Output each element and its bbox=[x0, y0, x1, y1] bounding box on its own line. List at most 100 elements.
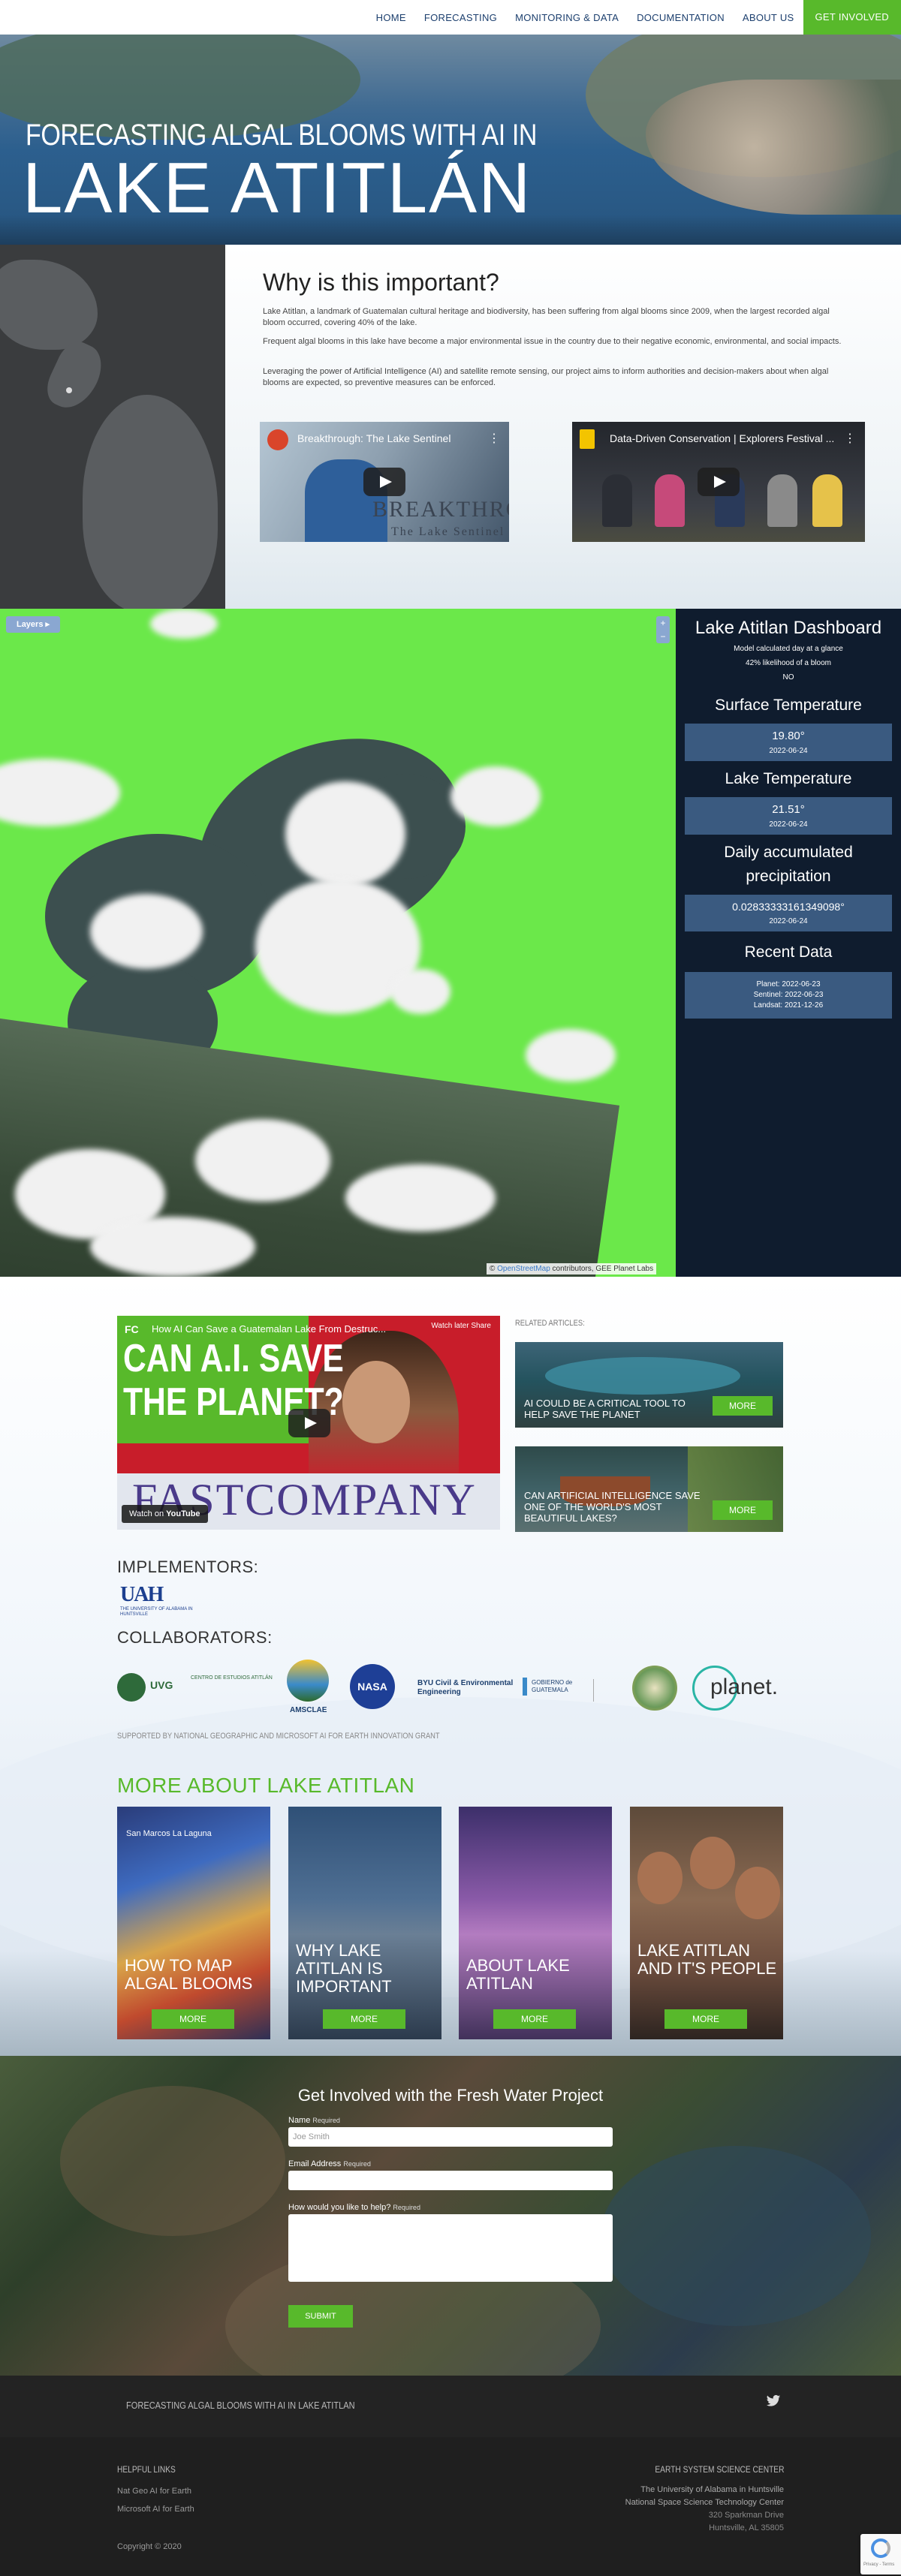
lake-location-marker bbox=[66, 387, 72, 393]
precip-date: 2022-06-24 bbox=[769, 917, 808, 925]
ministerio-logo[interactable] bbox=[593, 1679, 638, 1702]
video-title[interactable]: How AI Can Save a Guatemalan Lake From D… bbox=[152, 1323, 386, 1335]
name-input[interactable]: Joe Smith bbox=[288, 2127, 613, 2147]
map-landmass bbox=[83, 395, 218, 609]
help-label-text: How would you like to help? bbox=[288, 2203, 391, 2212]
seal-logo-icon[interactable] bbox=[632, 1666, 677, 1711]
uah-logo-text: THE UNIVERSITY OF ALABAMA IN HUNTSVILLE bbox=[120, 1607, 193, 1617]
video-thumbnail-person bbox=[812, 474, 842, 527]
uah-logo-mark: UAH bbox=[120, 1583, 164, 1606]
video-explorers-festival[interactable]: Data-Driven Conservation | Explorers Fes… bbox=[572, 422, 865, 542]
footer-site-title: FORECASTING ALGAL BLOOMS WITH AI IN LAKE… bbox=[126, 2400, 355, 2411]
share-button[interactable]: Share bbox=[471, 1322, 491, 1330]
more-button[interactable]: MORE bbox=[323, 2009, 405, 2029]
related-article-title[interactable]: AI COULD BE A CRITICAL TOOL TO HELP SAVE… bbox=[524, 1398, 712, 1420]
why-heading: Why is this important? bbox=[263, 269, 499, 296]
related-article-card[interactable]: CAN ARTIFICIAL INTELLIGENCE SAVE ONE OF … bbox=[515, 1446, 783, 1532]
nav-forecasting[interactable]: FORECASTING bbox=[415, 12, 506, 23]
footer-link-microsoft[interactable]: Microsoft AI for Earth bbox=[117, 2505, 194, 2514]
cloud-cover bbox=[195, 1119, 330, 1202]
more-button[interactable]: MORE bbox=[493, 2009, 576, 2029]
fastcompany-video[interactable]: CAN A.I. SAVE THE PLANET? FASTCOMPANY FC… bbox=[117, 1316, 500, 1530]
more-button[interactable]: MORE bbox=[713, 1396, 773, 1416]
map-attribution: © OpenStreetMap contributors, GEE Planet… bbox=[487, 1263, 657, 1274]
video-lake-sentinel[interactable]: BREAKTHROUGH The Lake Sentinel Breakthro… bbox=[260, 422, 509, 542]
more-card[interactable]: LAKE ATITLAN AND IT'S PEOPLE MORE bbox=[630, 1807, 783, 2039]
openstreetmap-link[interactable]: OpenStreetMap bbox=[497, 1265, 550, 1273]
byu-logo[interactable]: BYU Civil & Environmental Engineering bbox=[417, 1679, 515, 1697]
nav-about-us[interactable]: ABOUT US bbox=[734, 12, 803, 23]
more-card[interactable]: ABOUT LAKE ATITLAN MORE bbox=[459, 1807, 612, 2039]
uah-logo[interactable]: UAH THE UNIVERSITY OF ALABAMA IN HUNTSVI… bbox=[120, 1583, 195, 1619]
related-article-title[interactable]: CAN ARTIFICIAL INTELLIGENCE SAVE ONE OF … bbox=[524, 1490, 712, 1524]
play-button-icon[interactable] bbox=[288, 1409, 330, 1437]
address-line: The University of Alabama in Huntsville bbox=[640, 2485, 784, 2494]
cloud-cover bbox=[90, 894, 203, 969]
nav-documentation[interactable]: DOCUMENTATION bbox=[628, 12, 734, 23]
cloud-cover bbox=[345, 1164, 496, 1232]
watch-later-button[interactable]: Watch later bbox=[431, 1322, 469, 1330]
layers-button[interactable]: Layers ▸ bbox=[6, 616, 60, 633]
nav-get-involved-button[interactable]: GET INVOLVED bbox=[803, 0, 901, 35]
bloom-answer: NO bbox=[782, 673, 794, 682]
twitter-icon[interactable] bbox=[766, 2394, 781, 2409]
supported-by-note: SUPPORTED BY NATIONAL GEOGRAPHIC AND MIC… bbox=[117, 1732, 440, 1741]
collaborators-heading: COLLABORATORS: bbox=[117, 1628, 273, 1647]
dashboard-panel: Lake Atitlan Dashboard Model calculated … bbox=[676, 609, 901, 1277]
americas-map[interactable] bbox=[0, 245, 225, 609]
zoom-in-button[interactable]: + bbox=[656, 616, 670, 630]
model-note: Model calculated day at a glance bbox=[734, 645, 843, 653]
recent-data-heading: Recent Data bbox=[744, 943, 833, 961]
fc-channel-logo[interactable]: FC bbox=[125, 1323, 139, 1335]
recent-planet: Planet: 2022-06-23 bbox=[756, 980, 821, 989]
amsclae-logo-icon[interactable] bbox=[287, 1660, 329, 1702]
footer-link-natgeo[interactable]: Nat Geo AI for Earth bbox=[117, 2487, 191, 2496]
implementors-heading: IMPLEMENTORS: bbox=[117, 1557, 259, 1576]
more-card[interactable]: San Marcos La Laguna HOW TO MAP ALGAL BL… bbox=[117, 1807, 270, 2039]
satellite-map[interactable]: Layers ▸ bbox=[0, 609, 676, 1277]
amsclae-logo-text: AMSCLAE bbox=[290, 1706, 327, 1714]
surface-temp-box: 19.80° 2022-06-24 bbox=[685, 724, 892, 761]
more-button[interactable]: MORE bbox=[664, 2009, 747, 2029]
cloud-cover bbox=[285, 781, 405, 886]
get-involved-heading: Get Involved with the Fresh Water Projec… bbox=[297, 2086, 604, 2105]
more-vert-icon[interactable]: ⋮ bbox=[488, 431, 500, 446]
article-thumbnail bbox=[545, 1357, 740, 1395]
terrain-background bbox=[601, 2146, 871, 2326]
more-button[interactable]: MORE bbox=[152, 2009, 234, 2029]
zoom-out-button[interactable]: − bbox=[656, 630, 670, 643]
help-textarea[interactable] bbox=[288, 2214, 613, 2282]
layers-label: Layers bbox=[16, 620, 44, 629]
watch-on-label: Watch on bbox=[129, 1509, 164, 1518]
more-vert-icon[interactable]: ⋮ bbox=[844, 431, 856, 446]
gobierno-logo-icon bbox=[523, 1678, 527, 1696]
watch-on-youtube-button[interactable]: Watch on YouTube bbox=[122, 1505, 208, 1523]
cloud-cover bbox=[390, 969, 450, 1014]
email-input[interactable] bbox=[288, 2171, 613, 2190]
gobierno-logo[interactable]: GOBIERNO de GUATEMALA bbox=[532, 1679, 584, 1694]
submit-button[interactable]: SUBMIT bbox=[288, 2305, 353, 2328]
uvg-logo-icon[interactable] bbox=[117, 1673, 146, 1702]
video-title[interactable]: Data-Driven Conservation | Explorers Fes… bbox=[610, 432, 834, 444]
video-headline-line: CAN A.I. SAVE bbox=[123, 1337, 344, 1380]
play-button-icon[interactable] bbox=[363, 468, 405, 496]
hero-title: LAKE ATITLÁN bbox=[23, 148, 532, 228]
recaptcha-badge[interactable]: Privacy - Terms bbox=[860, 2534, 901, 2574]
more-button[interactable]: MORE bbox=[713, 1500, 773, 1520]
copyright: Copyright © 2020 bbox=[117, 2542, 182, 2551]
natgeo-logo-icon[interactable] bbox=[580, 429, 595, 449]
center-heading: EARTH SYSTEM SCIENCE CENTER bbox=[654, 2464, 784, 2475]
more-card[interactable]: WHY LAKE ATITLAN IS IMPORTANT MORE bbox=[288, 1807, 441, 2039]
nasa-logo[interactable]: NASA bbox=[350, 1664, 395, 1709]
video-thumbnail-face bbox=[342, 1361, 410, 1443]
channel-avatar-icon[interactable] bbox=[267, 429, 288, 450]
nav-home[interactable]: HOME bbox=[367, 12, 415, 23]
uvg-center-text: CENTRO DE ESTUDIOS ATITLÁN bbox=[191, 1675, 273, 1681]
nav-monitoring-data[interactable]: MONITORING & DATA bbox=[506, 12, 628, 23]
play-button-icon[interactable] bbox=[698, 468, 740, 496]
bloom-likelihood: 42% likelihood of a bloom bbox=[746, 659, 831, 667]
video-title[interactable]: Breakthrough: The Lake Sentinel bbox=[297, 432, 450, 444]
surface-temp-date: 2022-06-24 bbox=[769, 747, 808, 755]
related-article-card[interactable]: AI COULD BE A CRITICAL TOOL TO HELP SAVE… bbox=[515, 1342, 783, 1428]
dashboard-section: Layers ▸ + − © OpenStreetMap contributor… bbox=[0, 609, 901, 1277]
